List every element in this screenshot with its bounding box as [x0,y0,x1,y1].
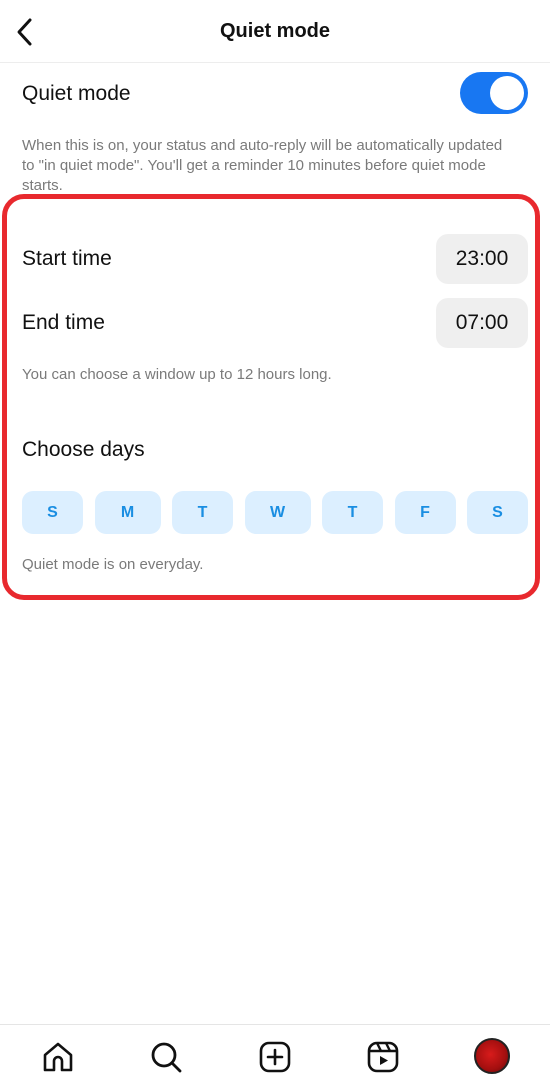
quiet-mode-toggle[interactable] [460,72,528,114]
quiet-mode-description: When this is on, your status and auto-re… [22,137,503,194]
nav-reels[interactable] [365,1039,401,1075]
start-time-picker[interactable]: 23:00 [436,234,528,284]
day-friday-button[interactable]: F [394,491,456,534]
nav-home[interactable] [40,1039,76,1075]
days-note: Quiet mode is on everyday. [22,556,204,573]
end-time-row: End time 07:00 [22,298,528,348]
day-sunday-button[interactable]: S [22,491,83,534]
quiet-mode-row: Quiet mode [22,72,528,116]
nav-search[interactable] [148,1039,184,1075]
reels-icon [367,1041,399,1073]
day-tuesday-button[interactable]: T [172,491,233,534]
day-saturday-button[interactable]: S [467,491,528,534]
day-monday-button[interactable]: M [94,491,161,534]
end-time-picker[interactable]: 07:00 [436,298,528,348]
choose-days-label: Choose days [22,438,145,461]
day-thursday-button[interactable]: T [322,491,383,534]
day-selector: S M T W T F S [22,491,528,534]
create-icon [259,1041,291,1073]
header-bar: Quiet mode [0,0,550,63]
window-note: You can choose a window up to 12 hours l… [22,366,332,383]
start-time-row: Start time 23:00 [22,234,528,284]
start-time-label: Start time [22,247,112,270]
end-time-label: End time [22,311,105,334]
home-icon [43,1042,73,1072]
profile-avatar[interactable] [474,1038,510,1074]
toggle-knob [490,76,524,110]
page-title: Quiet mode [219,20,330,42]
search-icon [151,1042,182,1073]
nav-create[interactable] [257,1039,293,1075]
bottom-navigation [0,1024,550,1081]
day-wednesday-button[interactable]: W [244,491,311,534]
quiet-mode-label: Quiet mode [22,82,131,105]
